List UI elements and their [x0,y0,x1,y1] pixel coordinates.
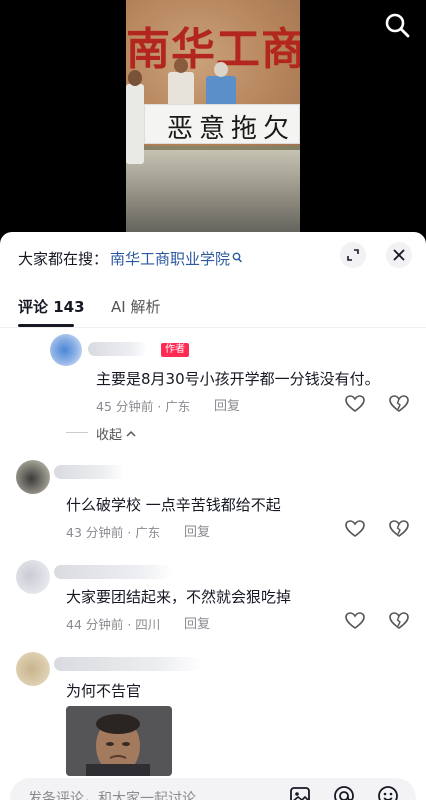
ground [126,150,300,240]
tab-active-indicator [18,324,74,327]
person-left-head [128,70,142,86]
collapse-label: 收起 [96,428,123,443]
username-blurred[interactable] [88,342,148,356]
dislike-icon[interactable] [388,610,410,632]
like-icon[interactable] [344,610,366,632]
collapse-replies-button[interactable]: 收起 [96,424,137,443]
hot-search-term[interactable]: 南华工商职业学院 [110,248,230,269]
comment-image[interactable] [66,706,172,776]
author-badge: 作者 [161,343,189,357]
comment-input[interactable]: 发条评论，和大家一起讨论 [10,778,416,800]
tab-ai-analysis[interactable]: AI 解析 [111,296,160,317]
avatar[interactable] [16,560,50,594]
dislike-icon[interactable] [388,518,410,540]
video-frame: 南华工商 恶意拖欠 [126,0,300,240]
comment-input-placeholder: 发条评论，和大家一起讨论 [28,791,196,800]
close-icon [393,249,405,261]
username-blurred[interactable] [54,465,124,479]
svg-text:南华工商: 南华工商 [126,24,300,74]
comment-meta: 44 分钟前 · 四川 [66,617,161,632]
person-right-head [214,62,228,77]
hot-search-prefix: 大家都在搜： [18,249,109,268]
mention-icon[interactable] [332,784,356,800]
hot-search-row[interactable]: 大家都在搜： 南华工商职业学院 [18,246,242,270]
avatar[interactable] [50,334,82,366]
person-middle-head [174,58,188,73]
dislike-icon[interactable] [388,393,410,415]
expand-button[interactable] [340,242,366,268]
like-icon[interactable] [344,518,366,540]
close-button[interactable] [386,242,412,268]
comment-text: 为何不告官 [66,682,142,700]
search-icon[interactable] [382,10,412,40]
comment-text: 什么破学校 一点辛苦钱都给不起 [66,496,281,514]
like-icon[interactable] [344,393,366,415]
svg-text:恶意拖欠: 恶意拖欠 [167,114,295,144]
reply-button[interactable]: 回复 [184,613,210,632]
wall-sign: 南华工商 [126,18,300,74]
comment-text: 大家要团结起来，不然就会狠吃掉 [66,588,292,606]
avatar[interactable] [16,652,50,686]
protest-banner: 恶意拖欠 [144,104,300,144]
image-icon[interactable] [288,784,312,800]
collapse-divider [66,432,88,433]
person-left [126,84,144,164]
small-search-icon [232,252,242,263]
username-blurred[interactable] [54,565,174,579]
chevron-up-icon [126,430,136,437]
avatar[interactable] [16,460,50,494]
emoji-icon[interactable] [376,784,400,800]
reply-button[interactable]: 回复 [184,521,210,540]
username-blurred[interactable] [54,657,204,671]
tab-bar: 评论 143 AI 解析 [0,292,426,328]
tab-comments[interactable]: 评论 143 [18,296,85,317]
comment-meta: 43 分钟前 · 广东 [66,525,161,540]
comment-sheet: 大家都在搜： 南华工商职业学院 评论 143 AI 解析 作者 主要是8月30号… [0,232,426,800]
comment-meta: 45 分钟前 · 广东 [96,399,191,414]
video-player[interactable]: 南华工商 恶意拖欠 [0,0,426,240]
comment-text: 主要是8月30号小孩开学都一分钱没有付。 [96,370,380,388]
expand-icon [347,249,359,261]
reply-button[interactable]: 回复 [214,395,240,414]
